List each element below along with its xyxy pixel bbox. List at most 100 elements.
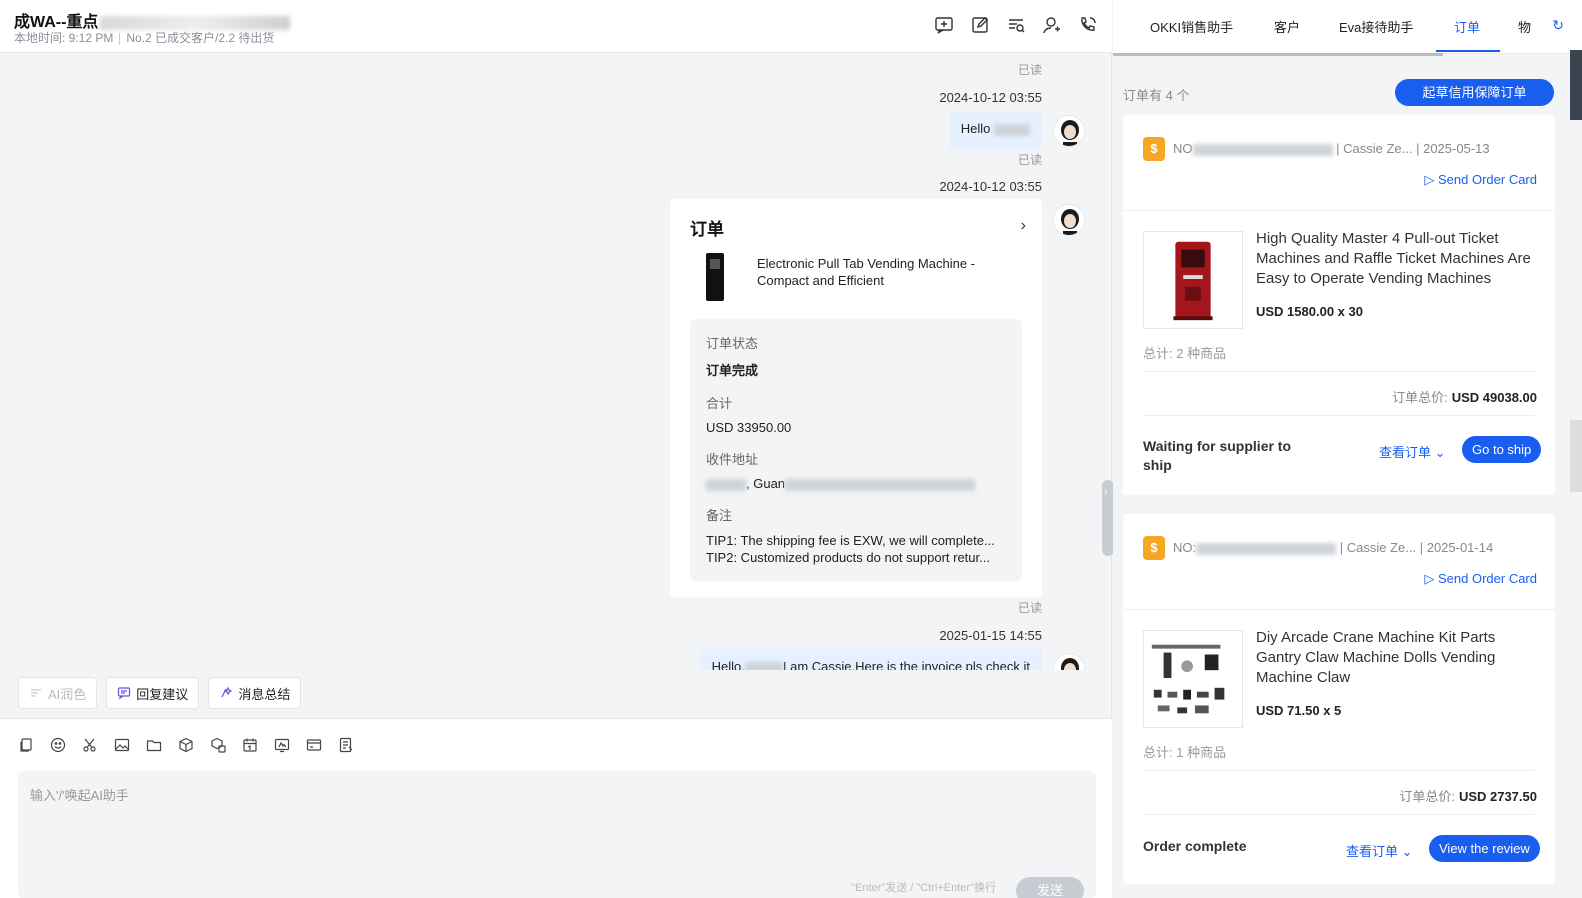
tab-orders[interactable]: 订单 [1454, 17, 1480, 36]
order-status: Order complete [1143, 838, 1247, 854]
order-card-title: 订单 [690, 220, 724, 239]
reply-suggestion-button[interactable]: 回复建议 [106, 677, 200, 709]
ai-polish-button[interactable]: AI润色 [18, 677, 98, 709]
local-time: 本地时间: 9:12 PM [14, 31, 114, 45]
avatar[interactable] [1053, 204, 1085, 236]
order-number: NO | Cassie Ze... | 2025-05-13 [1173, 141, 1490, 156]
product-name[interactable]: Diy Arcade Crane Machine Kit Parts Gantr… [1256, 628, 1536, 688]
side-dock[interactable] [1570, 420, 1582, 492]
side-dock[interactable] [1570, 50, 1582, 120]
total-label: 合计 [706, 396, 733, 411]
order-card-header: $ NO: | Cassie Ze... | 2025-01-14 ▷ Send… [1123, 514, 1555, 610]
phone-icon[interactable] [1078, 15, 1098, 35]
side-panel: OKKI销售助手 客户 Eva接待助手 订单 物 ↻ 订单有 4 个 起草信用保… [1113, 0, 1582, 898]
calendar-icon[interactable] [242, 737, 258, 753]
customer-stage[interactable]: No.2 已成交客户/2.2 待出货 [126, 31, 274, 45]
active-tab-indicator [1436, 50, 1500, 52]
scissors-icon[interactable] [82, 737, 98, 753]
composer-toolbar [18, 737, 354, 753]
message-text: Hello. [711, 659, 745, 670]
claw-parts-image [1151, 644, 1225, 714]
remark-tip: TIP2: Customized products do not support… [706, 550, 990, 565]
order-card: $ NO | Cassie Ze... | 2025-05-13 ▷ Send … [1123, 115, 1555, 495]
add-comment-icon[interactable] [934, 15, 954, 35]
emoji-icon[interactable] [50, 737, 66, 753]
product-image[interactable] [1143, 630, 1243, 728]
send-order-card-link[interactable]: ▷ Send Order Card [1424, 571, 1537, 587]
send-icon: ▷ [1424, 172, 1438, 187]
order-card-header: $ NO | Cassie Ze... | 2025-05-13 ▷ Send … [1123, 115, 1555, 211]
avatar[interactable] [1053, 115, 1085, 147]
redacted-name [100, 15, 291, 30]
image-icon[interactable] [114, 737, 130, 753]
chevron-down-icon: ⌄ [1401, 844, 1413, 859]
send-icon: ▷ [1424, 571, 1438, 586]
chevron-down-icon: ⌄ [1434, 445, 1446, 460]
view-review-button[interactable]: View the review [1429, 835, 1540, 862]
product-image[interactable] [1143, 231, 1243, 329]
payment-card-icon[interactable] [306, 737, 322, 753]
tabs-scrollbar[interactable] [1113, 53, 1443, 56]
read-status: 已读 [1017, 63, 1042, 77]
screenshot-icon[interactable] [274, 737, 290, 753]
order-seller: | Cassie Ze... [1336, 141, 1413, 156]
message-bubble[interactable]: Hello. I am Cassie.Here is the invoice pl… [699, 649, 1042, 670]
status-label: 订单状态 [706, 336, 759, 351]
message-timestamp: 2024-10-12 03:55 [939, 90, 1042, 105]
draft-credit-order-button[interactable]: 起草信用保障订单 [1395, 79, 1554, 106]
remark-tip: TIP1: The shipping fee is EXW, we will c… [706, 533, 995, 548]
product-name[interactable]: High Quality Master 4 Pull-out Ticket Ma… [1256, 229, 1536, 289]
order-seller: | Cassie Ze... [1339, 540, 1417, 555]
contact-icon[interactable] [1042, 15, 1062, 35]
order-date: | 2025-05-13 [1416, 141, 1490, 156]
chevron-right-icon[interactable]: › [1021, 217, 1026, 235]
tab-customer[interactable]: 客户 [1274, 17, 1300, 36]
ai-toolbar: AI润色 回复建议 消息总结 [18, 677, 302, 709]
read-status: 已读 [1017, 153, 1042, 167]
order-status: Waiting for supplier to ship [1143, 438, 1292, 473]
order-message-card[interactable]: 订单 › Electronic Pull Tab Vending Machine… [670, 199, 1042, 597]
copy-icon[interactable] [18, 737, 34, 753]
chat-subtitle: 本地时间: 9:12 PM No.2 已成交客户/2.2 待出货 [14, 29, 274, 46]
edit-icon[interactable] [970, 15, 990, 35]
panel-tabs: OKKI销售助手 客户 Eva接待助手 订单 物 ↻ [1113, 0, 1582, 56]
search-list-icon[interactable] [1006, 15, 1026, 35]
dollar-coin-icon: $ [1143, 536, 1165, 560]
tab-eva-assistant[interactable]: Eva接待助手 [1339, 17, 1413, 36]
message-timestamp: 2025-01-15 14:55 [939, 628, 1042, 643]
chat-pane: 成WA--重点 本地时间: 9:12 PM No.2 已成交客户/2.2 待出货 … [0, 0, 1114, 898]
folder-icon[interactable] [146, 737, 162, 753]
address-label: 收件地址 [706, 452, 759, 467]
message-bubble[interactable]: Hello [948, 111, 1042, 149]
view-order-dropdown[interactable]: 查看订单 ⌄ [1346, 841, 1413, 860]
product-price: USD 1580.00 x 30 [1256, 304, 1363, 319]
tab-okki-assistant[interactable]: OKKI销售助手 [1150, 17, 1233, 36]
view-order-dropdown[interactable]: 查看订单 ⌄ [1379, 442, 1446, 461]
order-count: 订单有 4 个 [1123, 88, 1190, 103]
send-hint: "Enter"发送 / "Ctrl+Enter"换行 [851, 882, 996, 894]
message-list[interactable]: 已读 2024-10-12 03:55 Hello 已读 2024-10-12 … [0, 53, 1112, 670]
quote-sheet-icon[interactable] [338, 737, 354, 753]
message-input[interactable] [18, 771, 1096, 871]
header-actions [934, 15, 1098, 35]
list-icon [31, 689, 41, 697]
send-order-card-link[interactable]: ▷ Send Order Card [1424, 172, 1537, 188]
product-box-icon[interactable] [178, 737, 194, 753]
product-name: Electronic Pull Tab Vending Machine - Co… [757, 256, 975, 288]
product-list-icon[interactable] [210, 737, 226, 753]
chat-suggest-icon [118, 687, 131, 700]
avatar[interactable] [1053, 653, 1085, 670]
send-button[interactable]: 发送 [1016, 877, 1084, 898]
message-text: I am Cassie.Here is the invoice pls chec… [782, 659, 1030, 670]
chat-header: 成WA--重点 本地时间: 9:12 PM No.2 已成交客户/2.2 待出货 [0, 0, 1112, 53]
go-to-ship-button[interactable]: Go to ship [1462, 436, 1542, 463]
tab-logistics[interactable]: 物 [1518, 17, 1531, 36]
refresh-icon[interactable]: ↻ [1552, 17, 1564, 34]
order-number: NO: | Cassie Ze... | 2025-01-14 [1173, 540, 1494, 555]
product-thumbnail [706, 253, 724, 301]
message-timestamp: 2024-10-12 03:55 [939, 179, 1042, 194]
ticket-machine-image [1173, 241, 1213, 321]
chevron-right-icon: › [1104, 486, 1108, 497]
message-summary-button[interactable]: 消息总结 [208, 677, 302, 709]
order-card: $ NO: | Cassie Ze... | 2025-01-14 ▷ Send… [1123, 514, 1555, 884]
